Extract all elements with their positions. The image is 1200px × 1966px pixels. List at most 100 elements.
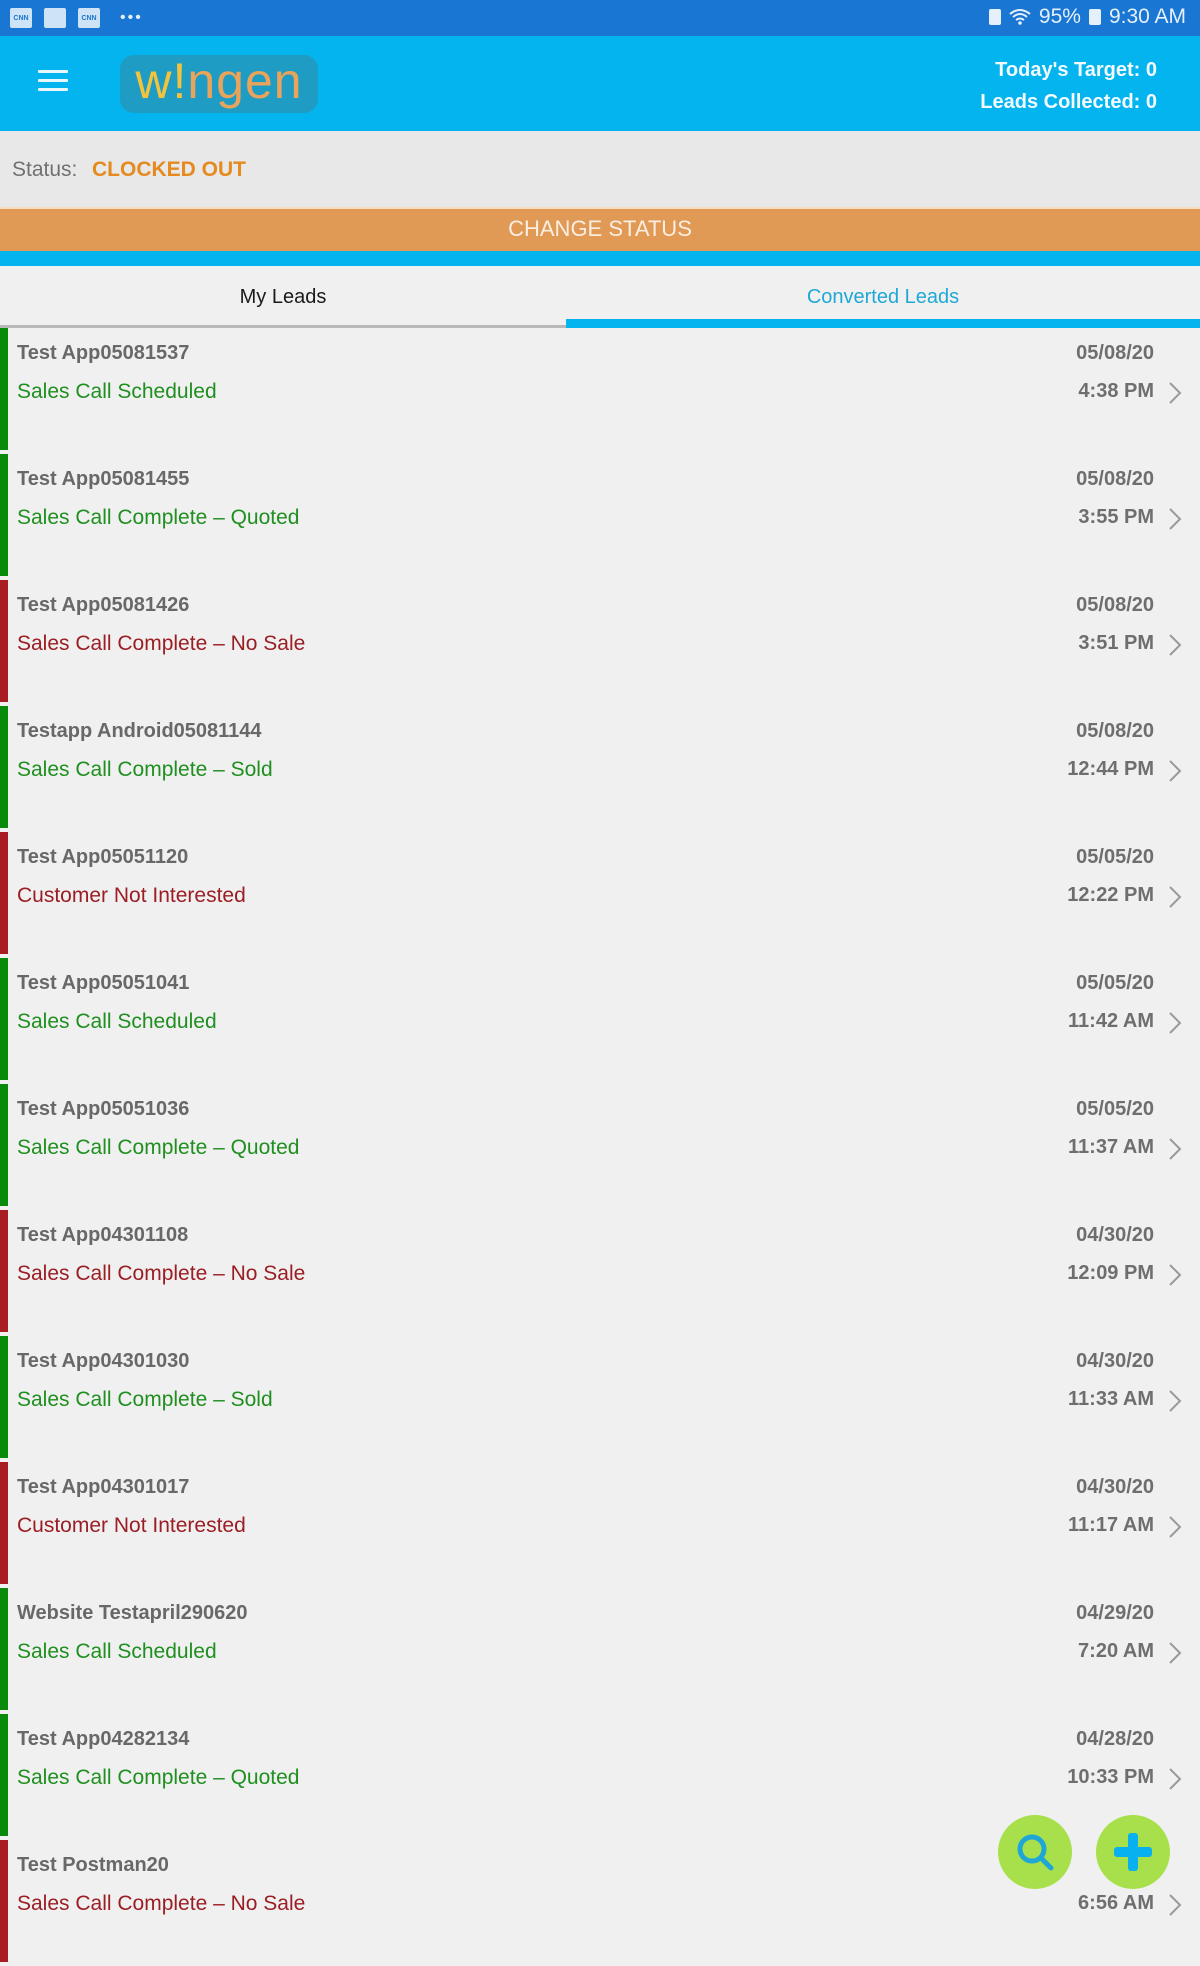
lead-time: 11:33 AM [1068,1388,1154,1410]
chevron-right-icon [1169,634,1182,656]
lead-name: Test Postman20 [17,1854,169,1876]
lead-status: Sales Call Scheduled [17,1640,217,1663]
chevron-right-icon [1169,1894,1182,1916]
lead-name: Test App05051036 [17,1098,190,1120]
lead-name: Website Testapril290620 [17,1602,248,1624]
lead-status: Sales Call Complete – Quoted [17,506,300,529]
lead-date: 05/05/20 [1076,972,1154,994]
lead-row[interactable]: Test App05051120 Customer Not Interested 0… [0,832,1200,954]
chevron-right-icon [1169,1264,1182,1286]
lead-status: Sales Call Scheduled [17,1010,217,1033]
change-status-button[interactable]: CHANGE STATUS [0,207,1200,251]
clock-status-row: Status: CLOCKED OUT [0,131,1200,207]
lead-date: 05/08/20 [1076,720,1154,742]
lead-time: 12:44 PM [1067,758,1154,780]
lead-row[interactable]: Website Testapril290620 Sales Call Schedu… [0,1588,1200,1710]
lead-time: 11:42 AM [1068,1010,1154,1032]
lead-date: 04/30/20 [1076,1224,1154,1246]
lead-status: Sales Call Complete – Sold [17,758,273,781]
lead-row[interactable]: Testapp Android05081144 Sales Call Comple… [0,706,1200,828]
lead-time: 11:37 AM [1068,1136,1154,1158]
lead-row[interactable]: Test App04301030 Sales Call Complete – So… [0,1336,1200,1458]
lead-date: 04/29/20 [1076,1602,1154,1624]
divider-strip [0,251,1200,266]
battery-percent: 95% [1038,5,1081,28]
lead-status: Customer Not Interested [17,884,246,907]
clock: 9:30 AM [1108,5,1186,28]
lead-time: 4:38 PM [1078,380,1154,402]
logo-text-end: ngen [187,53,303,109]
chevron-right-icon [1169,508,1182,530]
lead-name: Test App04301017 [17,1476,190,1498]
hamburger-menu-icon[interactable] [38,70,68,96]
lead-status: Sales Call Complete – No Sale [17,632,306,655]
lead-status-color-bar [0,1462,8,1584]
leads-collected: Leads Collected: 0 [980,91,1157,113]
lead-row[interactable]: Test App04301017 Customer Not Interested 0… [0,1462,1200,1584]
lead-row[interactable]: Test App05081426 Sales Call Complete – No… [0,580,1200,702]
chevron-right-icon [1169,760,1182,782]
battery-charging-icon [1088,9,1101,25]
status-label: Status: [12,158,78,181]
todays-target: Today's Target: 0 [995,59,1157,81]
cnn-icon: CNN [78,8,100,28]
lead-time: 3:55 PM [1078,506,1154,528]
lead-date: 05/05/20 [1076,846,1154,868]
lead-status-color-bar [0,1336,8,1458]
lead-status: Sales Call Complete – Quoted [17,1136,300,1159]
chevron-right-icon [1169,1642,1182,1664]
chevron-right-icon [1169,1012,1182,1034]
leads-list: Test App05081537 Sales Call Scheduled 05/0… [0,328,1200,1966]
lead-time: 12:22 PM [1067,884,1154,906]
lead-row[interactable]: Test App05051036 Sales Call Complete – Qu… [0,1084,1200,1206]
lead-name: Testapp Android05081144 [17,720,262,742]
recycle-icon [988,9,1001,25]
lead-name: Test App05051120 [17,846,189,868]
lead-status: Sales Call Complete – No Sale [17,1892,306,1915]
lead-name: Test App05081426 [17,594,190,616]
lead-date: 04/30/20 [1076,1476,1154,1498]
lead-status-color-bar [0,1210,8,1332]
system-status-bar: CNN CNN ••• 95% 9:30 AM [0,0,1200,36]
app-header: w! ngen Today's Target: 0 Leads Collected… [0,36,1200,131]
search-icon [1017,1834,1054,1871]
lead-time: 7:20 AM [1078,1640,1154,1662]
lead-date: 05/08/20 [1076,342,1154,364]
lead-status-color-bar [0,1084,8,1206]
lead-status-color-bar [0,1714,8,1836]
chevron-right-icon [1169,382,1182,404]
lead-status-color-bar [0,706,8,828]
lead-name: Test App04301030 [17,1350,190,1372]
lead-status: Sales Call Complete – No Sale [17,1262,306,1285]
notification-icons: CNN CNN ••• [10,8,143,28]
tab-converted-leads[interactable]: Converted Leads [566,266,1200,328]
wifi-icon [1009,9,1031,25]
lead-time: 12:09 PM [1067,1262,1154,1284]
tab-my-leads[interactable]: My Leads [0,266,566,328]
lead-row[interactable]: Test App05081537 Sales Call Scheduled 05/0… [0,328,1200,450]
lead-name: Test App05051041 [17,972,190,994]
logo-text-start: w! [135,53,188,109]
lead-status-color-bar [0,580,8,702]
search-button[interactable] [998,1815,1072,1889]
header-stats: Today's Target: 0 Leads Collected: 0 [980,54,1157,118]
lead-name: Test App05081455 [17,468,190,490]
add-lead-button[interactable] [1096,1815,1170,1889]
system-indicators: 95% 9:30 AM [988,5,1186,29]
lead-status: Sales Call Complete – Sold [17,1388,273,1411]
chevron-right-icon [1169,1768,1182,1790]
lead-status: Customer Not Interested [17,1514,246,1537]
lead-status-color-bar [0,1588,8,1710]
lead-row[interactable]: Test App04301108 Sales Call Complete – No… [0,1210,1200,1332]
lead-date: 05/05/20 [1076,1098,1154,1120]
wingen-logo: w! ngen [120,55,318,113]
lead-row[interactable]: Test App05051041 Sales Call Scheduled 05/0… [0,958,1200,1080]
news-icon [44,8,66,28]
lead-status: Sales Call Scheduled [17,380,217,403]
lead-tabs: My Leads Converted Leads [0,266,1200,328]
cnn-icon: CNN [10,8,32,28]
chevron-right-icon [1169,1390,1182,1412]
more-notifications-icon: ••• [120,9,143,26]
lead-row[interactable]: Test App05081455 Sales Call Complete – Qu… [0,454,1200,576]
chevron-right-icon [1169,1138,1182,1160]
